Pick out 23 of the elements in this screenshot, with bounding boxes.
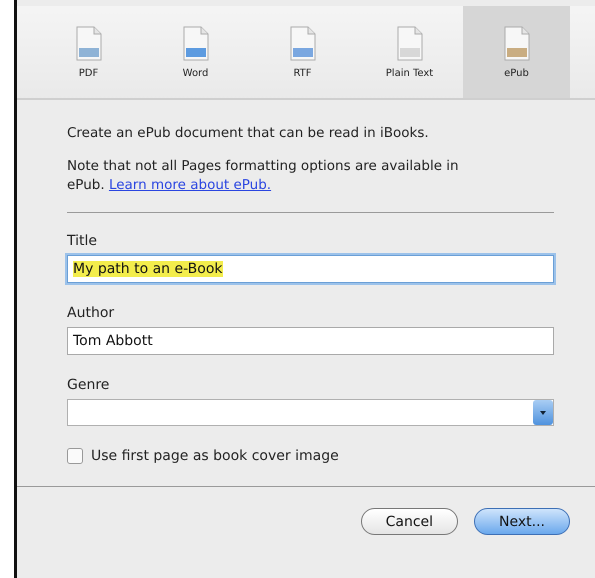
format-tab[interactable]: Word <box>142 6 249 98</box>
format-tab[interactable]: RTF <box>249 6 356 98</box>
cover-checkbox[interactable]: Use first page as book cover image <box>67 448 554 464</box>
document-icon <box>502 26 532 62</box>
text-field[interactable]: Tom Abbott <box>67 327 554 355</box>
document-icon <box>288 26 318 62</box>
format-tab[interactable]: ePub <box>463 6 570 98</box>
field-label: Author <box>67 305 114 321</box>
dropdown-icon[interactable] <box>533 400 553 425</box>
field-label: Genre <box>67 377 110 393</box>
text-field[interactable]: My path to an e-Book <box>67 255 554 283</box>
intro-text: Create an ePub document that can be read in iBooks. <box>67 124 430 143</box>
note-text: Note that not all Pages formatting options are available in ePub. Learn more about ePub. <box>67 157 460 195</box>
format-tab[interactable]: PDF <box>35 6 142 98</box>
format-tab[interactable]: Plain Text <box>356 6 463 98</box>
select-field[interactable] <box>67 399 554 426</box>
document-icon <box>180 26 210 62</box>
learn-more-link[interactable]: Learn more about ePub. <box>108 177 272 193</box>
document-icon <box>394 26 424 62</box>
cancel-button[interactable]: Cancel <box>360 508 458 535</box>
document-icon <box>74 26 104 62</box>
next-button[interactable]: Next... <box>474 508 570 535</box>
field-label: Title <box>67 233 98 249</box>
